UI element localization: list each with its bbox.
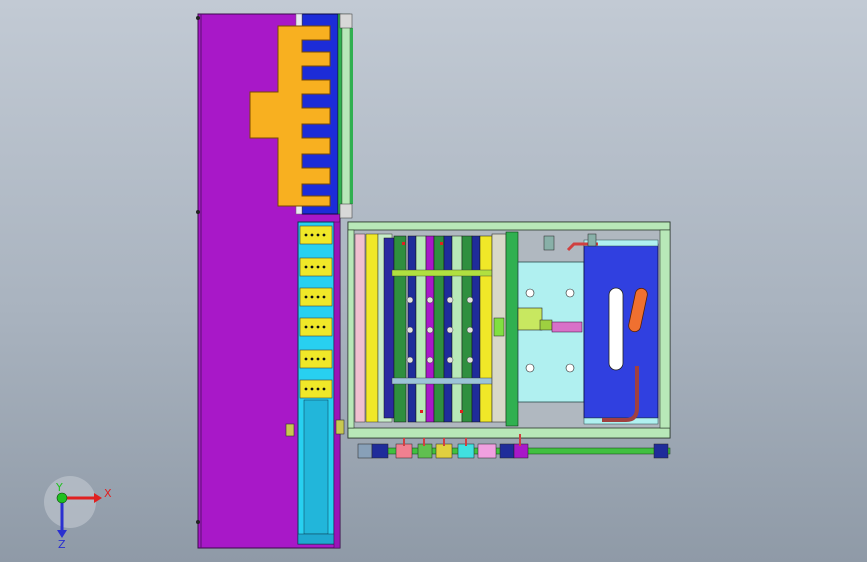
triad-backdrop (44, 476, 96, 528)
cavity-column (451, 235, 463, 423)
y-axis-label: Y (55, 481, 63, 494)
side-clamp[interactable] (285, 423, 295, 437)
lower-edge-rail (333, 221, 341, 549)
x-axis-label: X (104, 487, 112, 500)
green-rail-outer (350, 28, 353, 204)
z-axis-head (57, 530, 67, 538)
left-rail (347, 229, 355, 429)
bolt-marker (196, 520, 200, 524)
bolt-marker (196, 16, 200, 20)
bottom-rail (347, 427, 671, 439)
side-clamp[interactable] (335, 419, 345, 435)
slider-base (297, 533, 335, 545)
green-nozzle (493, 317, 505, 337)
cross-bar (391, 377, 493, 385)
green-divider (505, 231, 519, 427)
cross-bar (391, 269, 493, 277)
actuator-cap (539, 319, 553, 331)
cavity-column (479, 235, 493, 423)
z-axis-label: Z (58, 538, 66, 551)
navy-plate (383, 237, 395, 419)
y-axis-dot (56, 492, 68, 504)
actuator-body[interactable] (517, 307, 543, 331)
cavity-column (433, 235, 445, 423)
rail-end-cap (339, 13, 353, 29)
pink-strip (354, 233, 366, 423)
mint-rail (341, 13, 351, 215)
green-rail (337, 13, 343, 215)
cyan-slider-slot (303, 399, 329, 535)
cavity-column (393, 235, 407, 423)
top-fitting (543, 235, 555, 251)
rail-end-cap (339, 203, 353, 219)
left-plate-assembly[interactable] (196, 13, 353, 549)
coordinate-triad: X Y Z (44, 476, 112, 551)
cavity-column (471, 235, 481, 423)
x-axis-head (94, 493, 102, 503)
cad-viewport[interactable]: X Y Z (0, 0, 867, 562)
bolt-marker (196, 210, 200, 214)
sight-tube (608, 287, 624, 371)
top-fitting (587, 233, 597, 247)
right-rail (659, 229, 671, 429)
yellow-plate (365, 233, 379, 423)
pink-pipe (551, 321, 583, 333)
top-rail (347, 221, 671, 231)
cavity-column (415, 235, 427, 423)
mold-frame-assembly[interactable] (347, 221, 671, 459)
